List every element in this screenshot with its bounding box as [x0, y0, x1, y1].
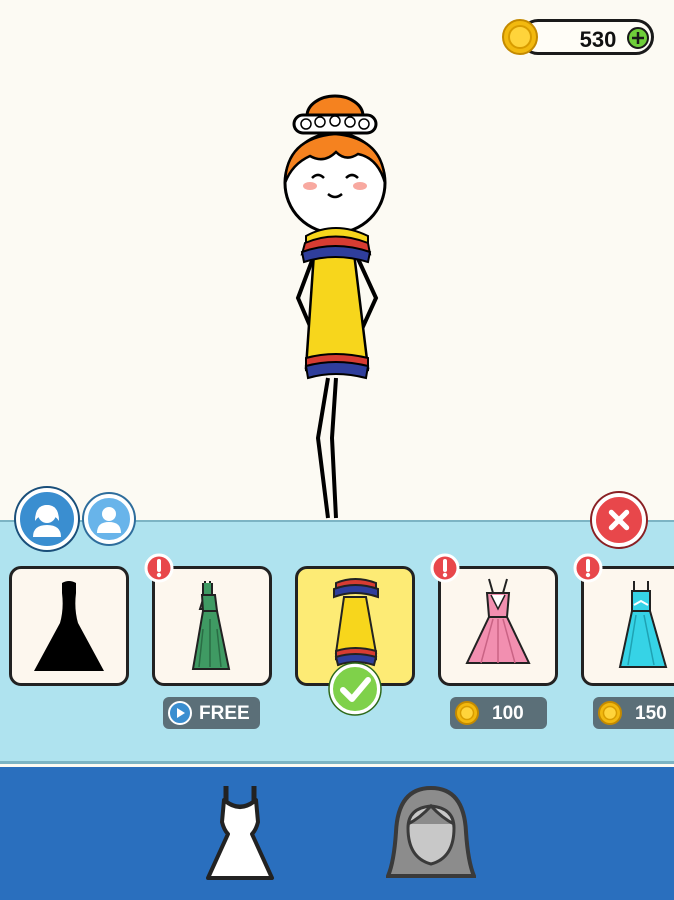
buy-pink-dress-button[interactable]: 100 [450, 697, 547, 729]
close-button[interactable] [592, 493, 646, 547]
equipped-check-icon [328, 662, 382, 716]
price-label: FREE [199, 703, 250, 724]
black-gown-icon [34, 581, 104, 671]
new-alert-icon [430, 553, 460, 583]
price-label: 100 [492, 703, 524, 724]
hair-category-button[interactable] [386, 784, 476, 884]
outfit-card-cyan-dress[interactable] [581, 566, 674, 686]
outfit-card-pink-dress[interactable] [438, 566, 558, 686]
dress-icon [206, 786, 274, 880]
category-bar [0, 767, 674, 900]
male-avatar-icon [97, 507, 121, 533]
cyan-dress-icon [618, 581, 668, 668]
female-avatar-icon [33, 505, 61, 537]
coin-amount: 530 [579, 27, 617, 52]
outfit-card-green-dress[interactable] [152, 566, 272, 686]
new-alert-icon [573, 553, 603, 583]
free-video-button[interactable]: FREE [163, 697, 260, 729]
male-character-tab[interactable] [84, 494, 134, 544]
pink-dress-icon [465, 578, 531, 664]
play-video-icon [168, 701, 192, 725]
female-character-tab[interactable] [16, 488, 78, 550]
buy-cyan-dress-button[interactable]: 150 [593, 697, 674, 729]
hairstyle-icon [386, 785, 476, 878]
new-alert-icon [144, 553, 174, 583]
price-label: 150 [635, 703, 667, 724]
close-x-icon [608, 509, 630, 531]
add-coins-button[interactable] [627, 27, 649, 49]
gold-coin-icon [455, 701, 479, 725]
clothes-category-button[interactable] [200, 778, 280, 888]
gold-coin-icon [598, 701, 622, 725]
outfit-card-black-gown[interactable] [9, 566, 129, 686]
character-avatar [283, 94, 387, 519]
green-dress-icon [191, 581, 231, 670]
gold-coin-icon [502, 19, 538, 55]
